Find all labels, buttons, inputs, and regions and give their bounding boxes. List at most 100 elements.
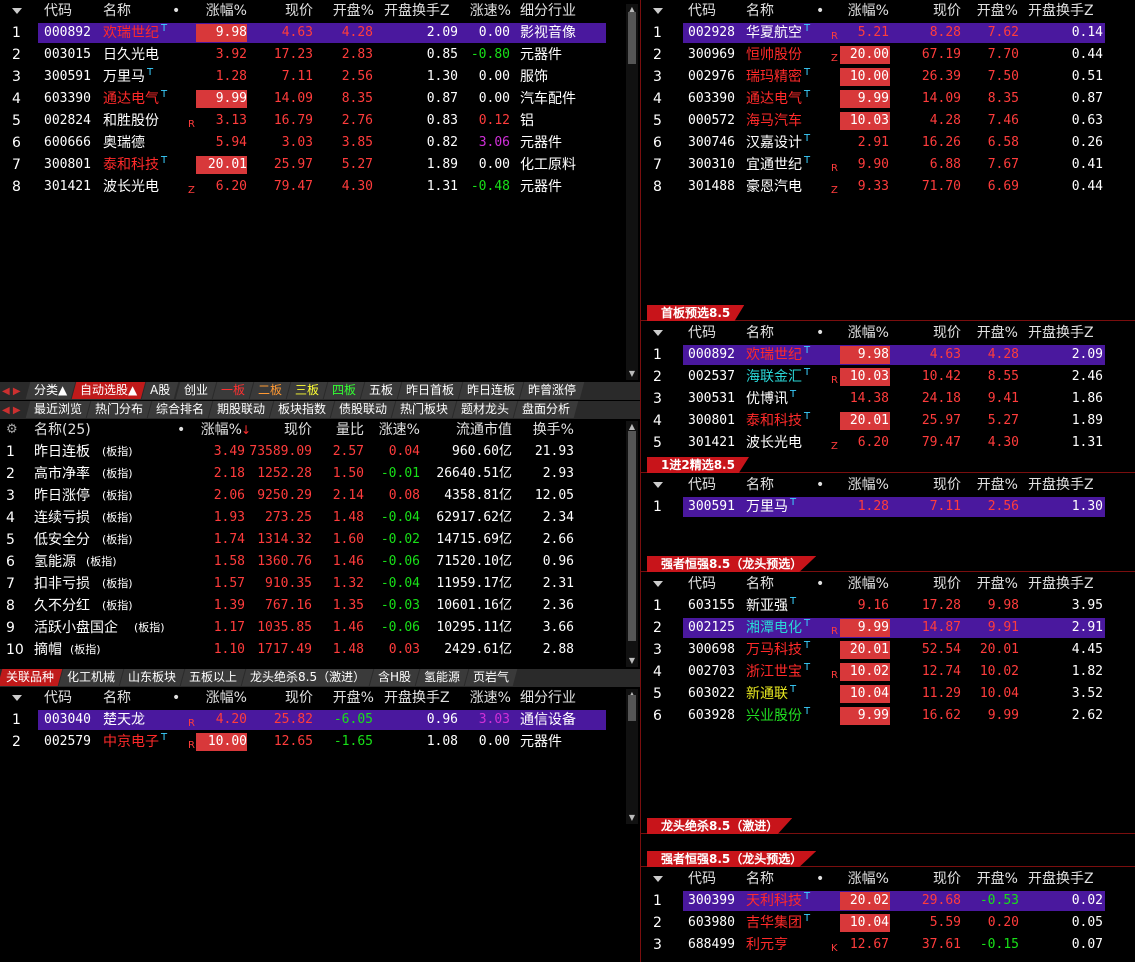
related-stocks-panel[interactable]: 代码 名称 • 涨幅% 现价 开盘% 开盘换手Z 涨速% 细分行业 1 003040 楚天龙 R 4.20… (0, 687, 640, 962)
watch-list-1[interactable]: 代码 名称 • 涨幅% 现价 开盘% 开盘换手Z 1 002928 华夏航空 T R 5.21 8.28 7… (641, 0, 1135, 305)
related-tab-bar[interactable]: 关联品种 化工机械 山东板块 五板以上 龙头绝杀8.5（激进） 含H股 氢能源 页岩气 (0, 669, 640, 687)
column-header[interactable]: 涨幅% (837, 0, 889, 22)
tab-item[interactable]: 龙头绝杀8.5（激进） (241, 669, 374, 686)
stock-name[interactable]: 万马科技 (746, 639, 802, 661)
sort-dropdown-icon[interactable] (12, 8, 22, 14)
table-row[interactable]: 3 688499 利元亨 K 12.67 37.61 -0.15 0.07 (641, 934, 1135, 956)
table-row[interactable]: 3 002976 瑞玛精密 T 10.00 26.39 7.50 0.51 (641, 66, 1135, 88)
column-header[interactable]: 名称 (746, 0, 774, 22)
sort-dropdown-icon[interactable] (653, 581, 663, 587)
stock-code[interactable]: 300801 (44, 154, 91, 176)
stock-code[interactable]: 603022 (688, 683, 735, 705)
column-header[interactable]: • (816, 322, 824, 344)
stock-code[interactable]: 000892 (688, 344, 735, 366)
tab-item[interactable]: 题材龙头 (452, 401, 518, 418)
watch-list-strong-2[interactable]: 强者恒强8.5（龙头预选） 代码 名称 • 涨幅% 现价 开盘% 开盘换手Z 1 300399 天利… (641, 851, 1135, 962)
stock-name[interactable]: 新通联 (746, 683, 788, 705)
column-header[interactable]: 现价 (911, 322, 961, 344)
stock-name[interactable]: 湘潭电化 (746, 617, 802, 639)
stock-code[interactable]: 000572 (688, 110, 735, 132)
tab-item[interactable]: 页岩气 (464, 669, 518, 686)
stock-name[interactable]: 豪恩汽电 (746, 176, 802, 198)
sector-name[interactable]: 昨日涨停 (34, 485, 90, 507)
stock-name[interactable]: 新亚强 (746, 595, 788, 617)
tab-item[interactable]: 氢能源 (415, 669, 469, 686)
stock-name[interactable]: 波长光电 (746, 432, 802, 454)
column-header[interactable]: 代码 (688, 868, 716, 890)
table-row[interactable]: 2 603980 吉华集团 T 10.04 5.59 0.20 0.05 (641, 912, 1135, 934)
sort-dropdown-icon[interactable] (653, 876, 663, 882)
sort-desc-icon[interactable]: ↓ (241, 419, 251, 441)
sector-name[interactable]: 氢能源 (34, 551, 76, 573)
tab-item[interactable]: 昨日连板 (458, 382, 524, 399)
column-header[interactable]: 名称 (746, 474, 774, 496)
sector-name[interactable]: 扣非亏损 (34, 573, 90, 595)
stock-name[interactable]: 万里马 (746, 496, 788, 518)
column-header[interactable]: 开盘% (966, 573, 1018, 595)
column-header[interactable]: 名称 (103, 0, 131, 22)
table-row[interactable]: 2 003015 日久光电 3.92 17.23 2.83 0.85 -0.80 元器件 (0, 44, 640, 66)
stock-code[interactable]: 301421 (44, 176, 91, 198)
stock-name[interactable]: 宜通世纪 (746, 154, 802, 176)
table-row[interactable]: 1 603155 新亚强 T 9.16 17.28 9.98 3.95 (641, 595, 1135, 617)
section-title[interactable]: 强者恒强8.5（龙头预选） (647, 556, 817, 572)
table-row[interactable]: 2 高市净率 (板指) 2.18 1252.28 1.50 -0.01 26640.51亿 2.… (0, 463, 640, 485)
tab-item[interactable]: 昨日首板 (397, 382, 463, 399)
sort-dropdown-icon[interactable] (12, 695, 22, 701)
table-row[interactable]: 5 000572 海马汽车 10.03 4.28 7.46 0.63 (641, 110, 1135, 132)
stock-name[interactable]: 中京电子 (103, 731, 159, 753)
tab-item[interactable]: 含H股 (369, 669, 420, 686)
table-row[interactable]: 3 300698 万马科技 T 20.01 52.54 20.01 4.45 (641, 639, 1135, 661)
table-row[interactable]: 7 300801 泰和科技 T 20.01 25.97 5.27 1.89 0.00 化工原料 (0, 154, 640, 176)
tab-item[interactable]: 热门分布 (86, 401, 152, 418)
column-header[interactable]: 现价 (268, 0, 313, 22)
stock-name[interactable]: 汉嘉设计 (746, 132, 802, 154)
column-header[interactable]: 细分行业 (520, 687, 576, 709)
stock-code[interactable]: 300310 (688, 154, 735, 176)
column-header[interactable]: 涨速% (374, 419, 420, 441)
tab-item[interactable]: 期股联动 (208, 401, 274, 418)
scroll-thumb[interactable] (628, 12, 636, 64)
column-header[interactable]: 开盘换手Z (1028, 474, 1094, 496)
stock-name[interactable]: 万里马 (103, 66, 145, 88)
stock-name[interactable]: 和胜股份 (103, 110, 159, 132)
table-row[interactable]: 4 603390 通达电气 T 9.99 14.09 8.35 0.87 (641, 88, 1135, 110)
table-row[interactable]: 1 000892 欢瑞世纪 T 9.98 4.63 4.28 2.09 (641, 344, 1135, 366)
column-header[interactable]: 名称 (746, 573, 774, 595)
column-header[interactable]: 名称 (746, 322, 774, 344)
table-row[interactable]: 7 扣非亏损 (板指) 1.57 910.35 1.32 -0.04 11959.17亿 2.3… (0, 573, 640, 595)
watch-list-1to2[interactable]: 1进2精选8.5 代码 名称 • 涨幅% 现价 开盘% 开盘换手Z 1 300591 万里马 T 1.2… (641, 457, 1135, 556)
table-row[interactable]: 4 002703 浙江世宝 T R 10.02 12.74 10.02 1.82 (641, 661, 1135, 683)
stock-name[interactable]: 通达电气 (746, 88, 802, 110)
stock-code[interactable]: 300591 (44, 66, 91, 88)
table-row[interactable]: 10 摘帽 (板指) 1.10 1717.49 1.48 0.03 2429.61亿 2.88 (0, 639, 640, 661)
stock-name[interactable]: 欢瑞世纪 (746, 344, 802, 366)
tab-item[interactable]: 二板 (249, 382, 291, 399)
tab-item[interactable]: 山东板块 (119, 669, 185, 686)
table-row[interactable]: 3 300591 万里马 T 1.28 7.11 2.56 1.30 0.00 服饰 (0, 66, 640, 88)
stock-name[interactable]: 瑞玛精密 (746, 66, 802, 88)
scroll-down-icon[interactable]: ▼ (626, 368, 638, 380)
table-row[interactable]: 6 603928 兴业股份 T 9.99 16.62 9.99 2.62 (641, 705, 1135, 727)
table-row[interactable]: 1 002928 华夏航空 T R 5.21 8.28 7.62 0.14 (641, 22, 1135, 44)
table-row[interactable]: 5 002824 和胜股份 R 3.13 16.79 2.76 0.83 0.12 铝 (0, 110, 640, 132)
function-tab-bar[interactable]: ◀ ▶ 最近浏览 热门分布 综合排名 期股联动 板块指数 债股联动 热门板块 题材龙头 盘面分析 (0, 401, 640, 419)
column-header[interactable]: 细分行业 (520, 0, 576, 22)
sector-index-panel[interactable]: ⚙ 名称(25) • 涨幅% 现价 量比 涨速% 流通市值 换手% ↓ 1 昨日连板 (板指) 3.49 7… (0, 419, 640, 669)
stock-name[interactable]: 恒帅股份 (746, 44, 802, 66)
tab-nav-arrows[interactable]: ◀ ▶ (0, 386, 28, 397)
tab-item[interactable]: 化工机械 (58, 669, 124, 686)
table-row[interactable]: 6 600666 奥瑞德 5.94 3.03 3.85 0.82 3.06 元器件 (0, 132, 640, 154)
stock-name[interactable]: 泰和科技 (103, 154, 159, 176)
column-header[interactable]: 涨幅% (837, 474, 889, 496)
column-header[interactable]: 名称 (746, 868, 774, 890)
column-header[interactable]: • (816, 868, 824, 890)
tab-item[interactable]: 关联品种 (0, 669, 63, 686)
tab-item[interactable]: 三板 (286, 382, 328, 399)
tab-item[interactable]: 自动选股▲ (71, 382, 146, 399)
tab-item[interactable]: 最近浏览 (25, 401, 91, 418)
column-header[interactable]: 现价 (911, 573, 961, 595)
table-row[interactable]: 4 连续亏损 (板指) 1.93 273.25 1.48 -0.04 62917.62亿 2.3… (0, 507, 640, 529)
stock-name[interactable]: 华夏航空 (746, 22, 802, 44)
scroll-down-icon[interactable]: ▼ (626, 812, 638, 824)
